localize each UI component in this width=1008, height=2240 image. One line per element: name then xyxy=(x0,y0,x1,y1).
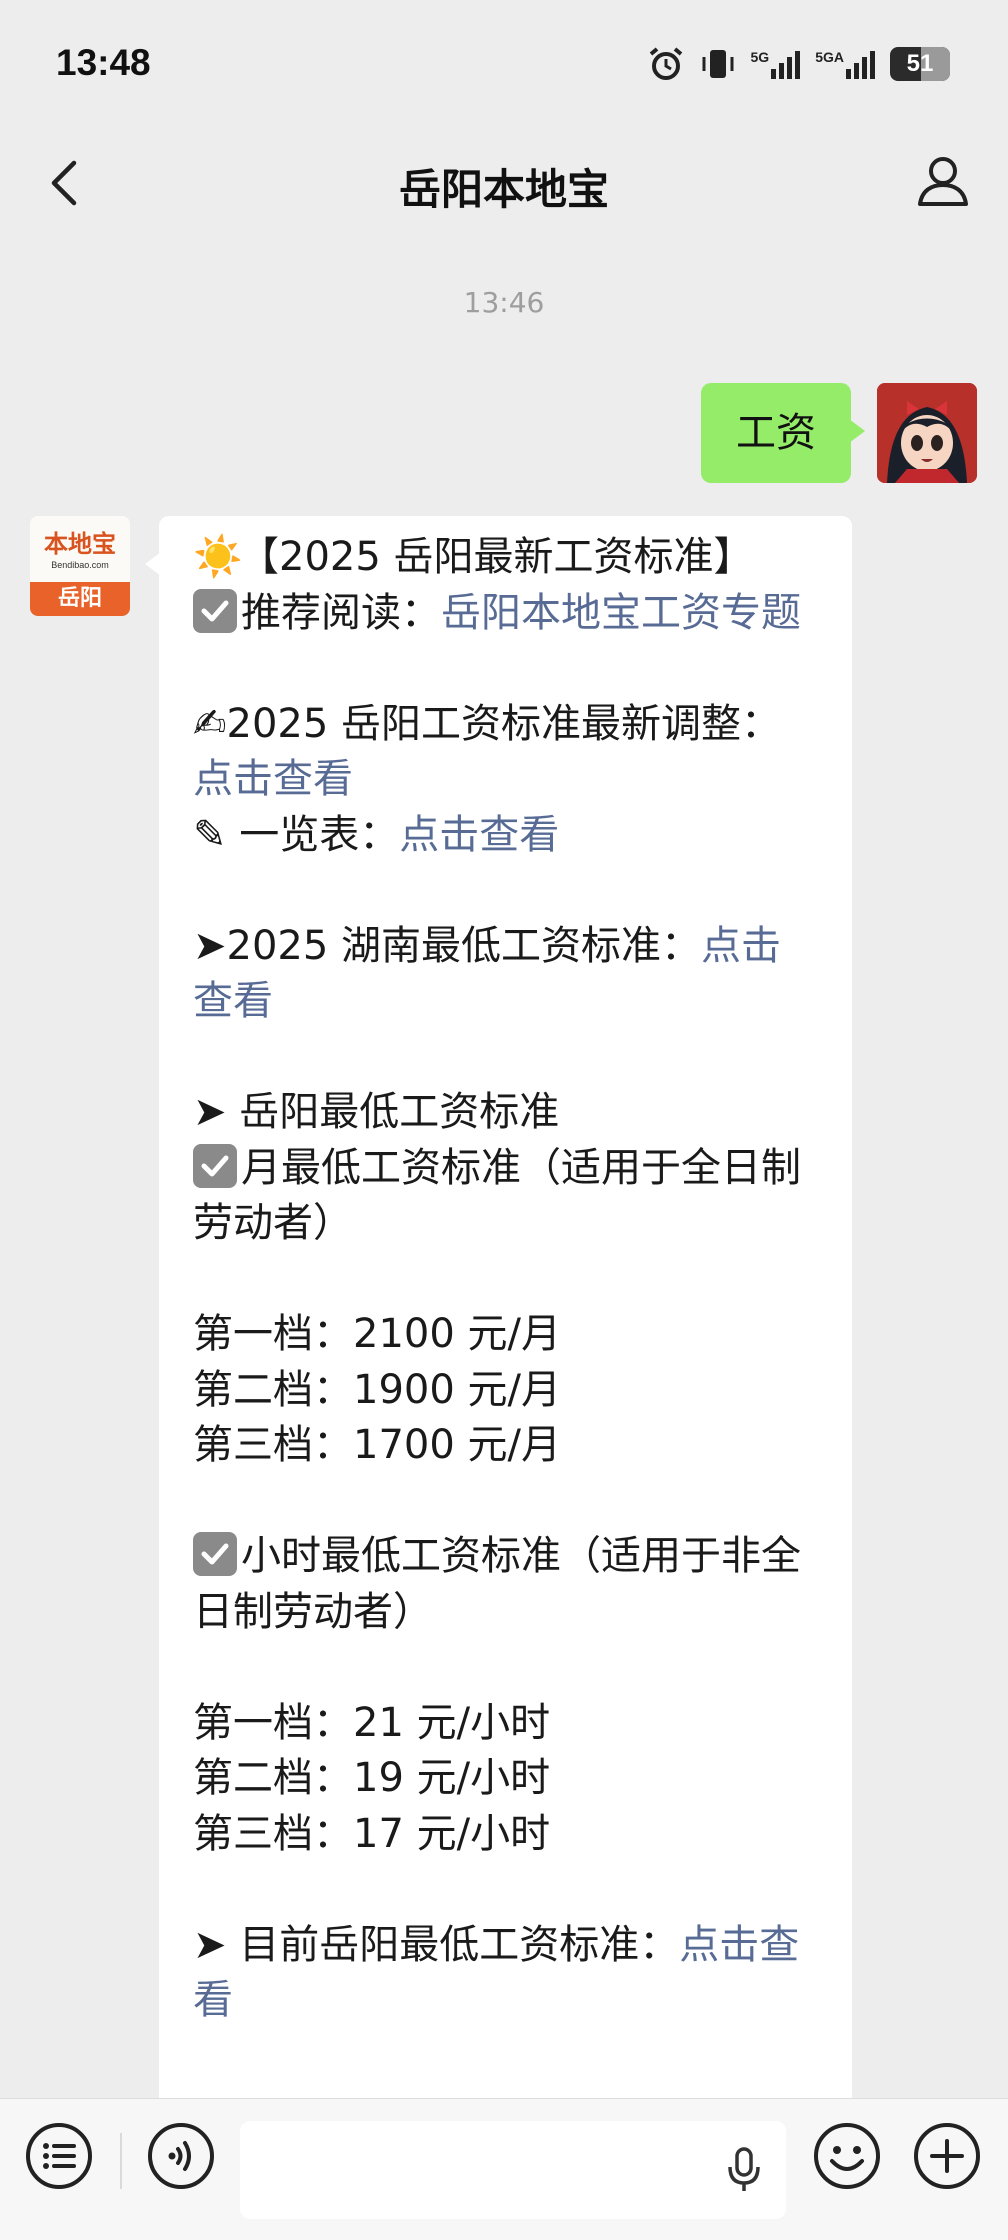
message-timestamp: 13:46 xyxy=(463,286,545,319)
reply-line: ➤ 目前岳阳最低工资标准：点击查看 xyxy=(193,1921,800,2024)
logo-brand: 本地宝 xyxy=(44,530,116,558)
logo-city: 岳阳 xyxy=(30,582,130,616)
arrow-icon: ➤ xyxy=(193,1089,227,1135)
signal-5g: 5G xyxy=(751,49,802,79)
view-link[interactable]: 点击查看 xyxy=(193,756,353,802)
salary-topic-link[interactable]: 岳阳本地宝工资专题 xyxy=(441,590,801,636)
microphone-icon[interactable] xyxy=(724,2145,764,2195)
sun-icon: ☀️ xyxy=(193,534,243,580)
reply-line: ☀️【2025 岳阳最新工资标准】 xyxy=(193,530,818,586)
voice-button[interactable] xyxy=(146,2121,216,2191)
monthly-tier: 第二档：1900 元/月 xyxy=(193,1366,561,1413)
list-menu-icon xyxy=(26,2123,92,2189)
status-icons: 5G 5GA 51 xyxy=(647,44,950,84)
plus-icon xyxy=(914,2123,980,2189)
more-button[interactable] xyxy=(912,2121,982,2191)
reply-line: ✍2025 岳阳工资标准最新调整：点击查看 xyxy=(193,700,782,803)
person-icon xyxy=(918,157,968,206)
vibrate-icon xyxy=(702,50,734,78)
reply-line: ➤ 岳阳最低工资标准 xyxy=(193,1089,560,1135)
hourly-tier: 第一档：21 元/小时 xyxy=(193,1699,551,1746)
signal-5ga: 5GA xyxy=(815,49,876,79)
reply-line: 推荐阅读：岳阳本地宝工资专题 xyxy=(193,586,818,642)
voice-wave-icon xyxy=(148,2123,214,2189)
battery-icon: 51 xyxy=(890,47,950,81)
signal-bars-icon xyxy=(846,51,875,79)
status-time: 13:48 xyxy=(56,42,151,83)
divider xyxy=(120,2133,122,2189)
arrow-icon: ➤ xyxy=(193,922,227,969)
alarm-icon xyxy=(649,47,682,80)
status-bar: 13:48 5G 5GA 51 xyxy=(0,0,1008,130)
checkbox-icon xyxy=(193,1532,237,1576)
nav-bar: 岳阳本地宝 xyxy=(0,130,1008,240)
arrow-icon: ➤ xyxy=(193,1921,227,1968)
menu-button[interactable] xyxy=(24,2121,94,2191)
anime-avatar-image xyxy=(877,383,977,483)
logo-domain: Bendibao.com xyxy=(51,560,109,570)
hourly-tier: 第二档：19 元/小时 xyxy=(193,1755,551,1801)
checkbox-icon xyxy=(193,1143,237,1188)
user-avatar[interactable] xyxy=(877,383,977,483)
reply-line: 月最低工资标准（适用于全日制劳动者） xyxy=(193,1143,801,1246)
message-input[interactable] xyxy=(240,2121,786,2219)
pencil-icon: ✎ xyxy=(193,811,227,858)
hourly-tier: 第三档：17 元/小时 xyxy=(193,1810,551,1857)
profile-button[interactable] xyxy=(908,146,978,216)
input-bar xyxy=(0,2098,1008,2240)
reply-message-bubble[interactable]: ☀️【2025 岳阳最新工资标准】 推荐阅读：岳阳本地宝工资专题 ✍2025 岳… xyxy=(145,516,852,2098)
monthly-tier: 第三档：1700 元/月 xyxy=(193,1422,561,1468)
logo-top: 本地宝 Bendibao.com xyxy=(30,516,130,582)
smiley-icon xyxy=(814,2123,880,2189)
signal-bars-icon xyxy=(771,51,801,79)
reply-line: 小时最低工资标准（适用于非全日制劳动者） xyxy=(193,1532,801,1635)
reply-line: ✎ 一览表：点击查看 xyxy=(193,811,560,858)
writing-hand-icon: ✍ xyxy=(193,700,227,747)
user-message-bubble[interactable]: 工资 xyxy=(701,383,865,483)
reply-line: ➤2025 湖南最低工资标准：点击查看 xyxy=(193,922,782,1025)
chat-area[interactable]: 13:46 工资 本地宝 Bendibao.com 岳阳 ☀️【2025 岳阳最… xyxy=(0,240,1008,2098)
view-link[interactable]: 点击查看 xyxy=(399,812,559,858)
page-title: 岳阳本地宝 xyxy=(398,165,609,214)
emoji-button[interactable] xyxy=(812,2121,882,2191)
monthly-tier: 第一档：2100 元/月 xyxy=(193,1311,561,1357)
checkbox-icon xyxy=(193,588,237,633)
official-account-avatar[interactable]: 本地宝 Bendibao.com 岳阳 xyxy=(30,516,130,616)
